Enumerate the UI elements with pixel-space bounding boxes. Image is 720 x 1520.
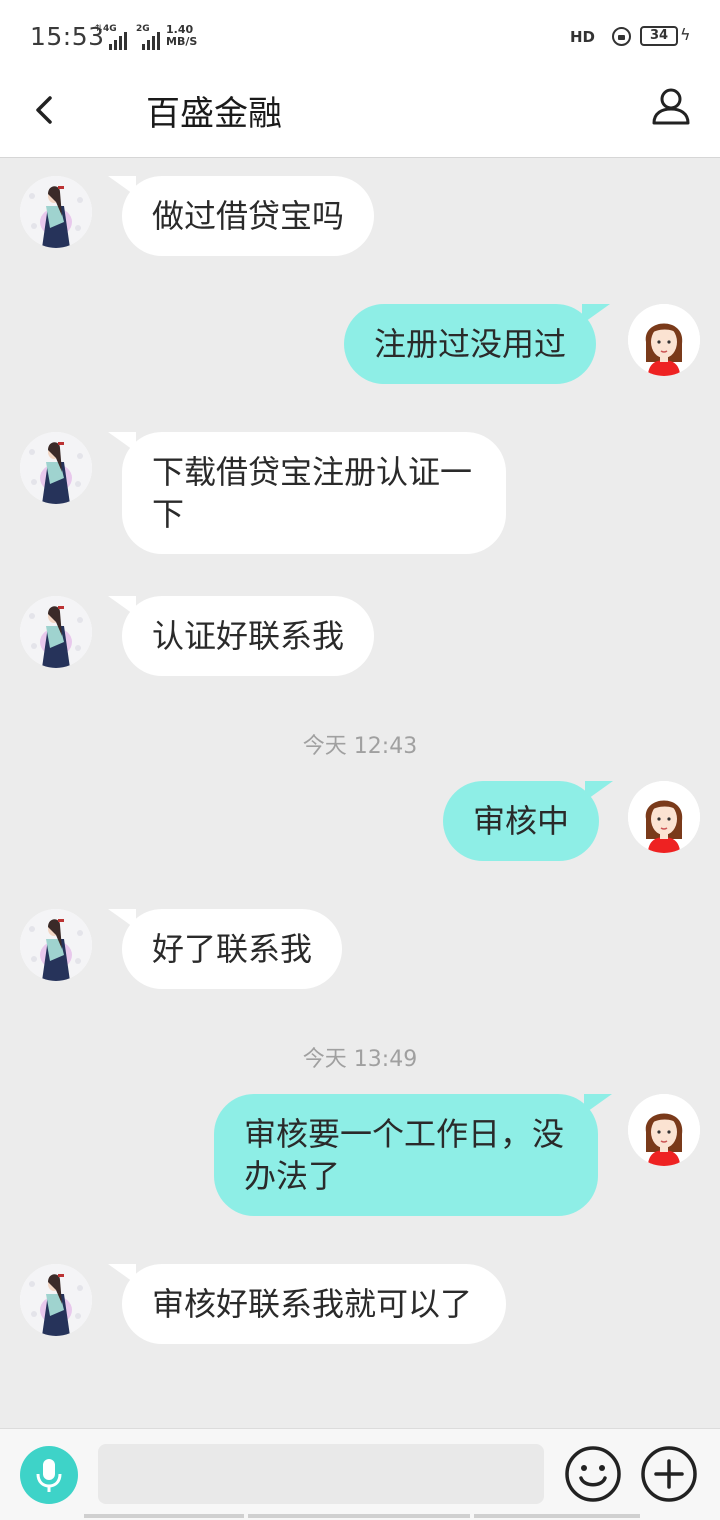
more-options-button[interactable] [640, 1445, 698, 1503]
profile-button[interactable] [650, 86, 692, 128]
message-bubble-outgoing[interactable]: 注册过没用过 [344, 304, 611, 384]
input-bar [0, 1428, 720, 1520]
network-speed: 1.40 MB/S [166, 24, 197, 48]
chat-area[interactable]: 做过借贷宝吗 注册过没用过 下载借贷宝注册认证一下 认证好联系我 今天 12:4… [0, 158, 720, 1428]
network-speed-unit: MB/S [166, 35, 198, 48]
message-timestamp: 今天 13:49 [302, 1047, 418, 1072]
my-avatar[interactable] [628, 1094, 700, 1166]
emoji-button[interactable] [564, 1445, 622, 1503]
page-title: 百盛金融 [146, 94, 282, 134]
message-bubble-outgoing[interactable]: 审核中 [443, 781, 614, 861]
back-arrow-icon [36, 96, 52, 124]
data-arrows-icon: ⇅ [95, 24, 103, 34]
message-bubble-incoming[interactable]: 审核好联系我就可以了 [108, 1264, 506, 1344]
message-bubble-incoming[interactable]: 下载借贷宝注册认证一下 [108, 432, 506, 554]
message-bubble-incoming[interactable]: 认证好联系我 [107, 596, 375, 676]
my-avatar[interactable] [628, 781, 700, 853]
hd-icon: HD [570, 28, 596, 46]
back-button[interactable] [26, 90, 66, 130]
contact-avatar[interactable] [20, 909, 92, 981]
rotation-lock-icon [612, 27, 631, 46]
charging-icon: ϟ [680, 25, 691, 44]
contact-avatar[interactable] [20, 432, 92, 504]
chat-header: 百盛金融 [0, 72, 720, 158]
microphone-icon [36, 1459, 62, 1492]
signal-icon-1: 4G ⇅ [95, 24, 131, 50]
contact-avatar[interactable] [20, 596, 92, 668]
voice-button[interactable] [20, 1446, 78, 1504]
message-timestamp: 今天 12:43 [302, 734, 418, 759]
profile-icon [652, 88, 690, 125]
plus-icon [641, 1446, 697, 1502]
battery-icon: 34 [640, 26, 678, 46]
message-bubble-incoming[interactable]: 做过借贷宝吗 [107, 176, 375, 256]
keyboard-hint-bar [84, 1514, 640, 1518]
message-input[interactable] [98, 1444, 544, 1504]
contact-avatar[interactable] [20, 1264, 92, 1336]
signal-icon-2: 2G [136, 24, 164, 50]
status-time: 15:53 [30, 22, 105, 51]
my-avatar[interactable] [628, 304, 700, 376]
message-bubble-outgoing[interactable]: 审核要一个工作日，没办法了 [214, 1094, 612, 1216]
contact-avatar[interactable] [20, 176, 92, 248]
status-bar: 15:53 4G ⇅ 2G 1.40 MB/S HD 34 ϟ [0, 0, 720, 72]
message-bubble-incoming[interactable]: 好了联系我 [107, 909, 343, 989]
emoji-icon [565, 1446, 621, 1502]
